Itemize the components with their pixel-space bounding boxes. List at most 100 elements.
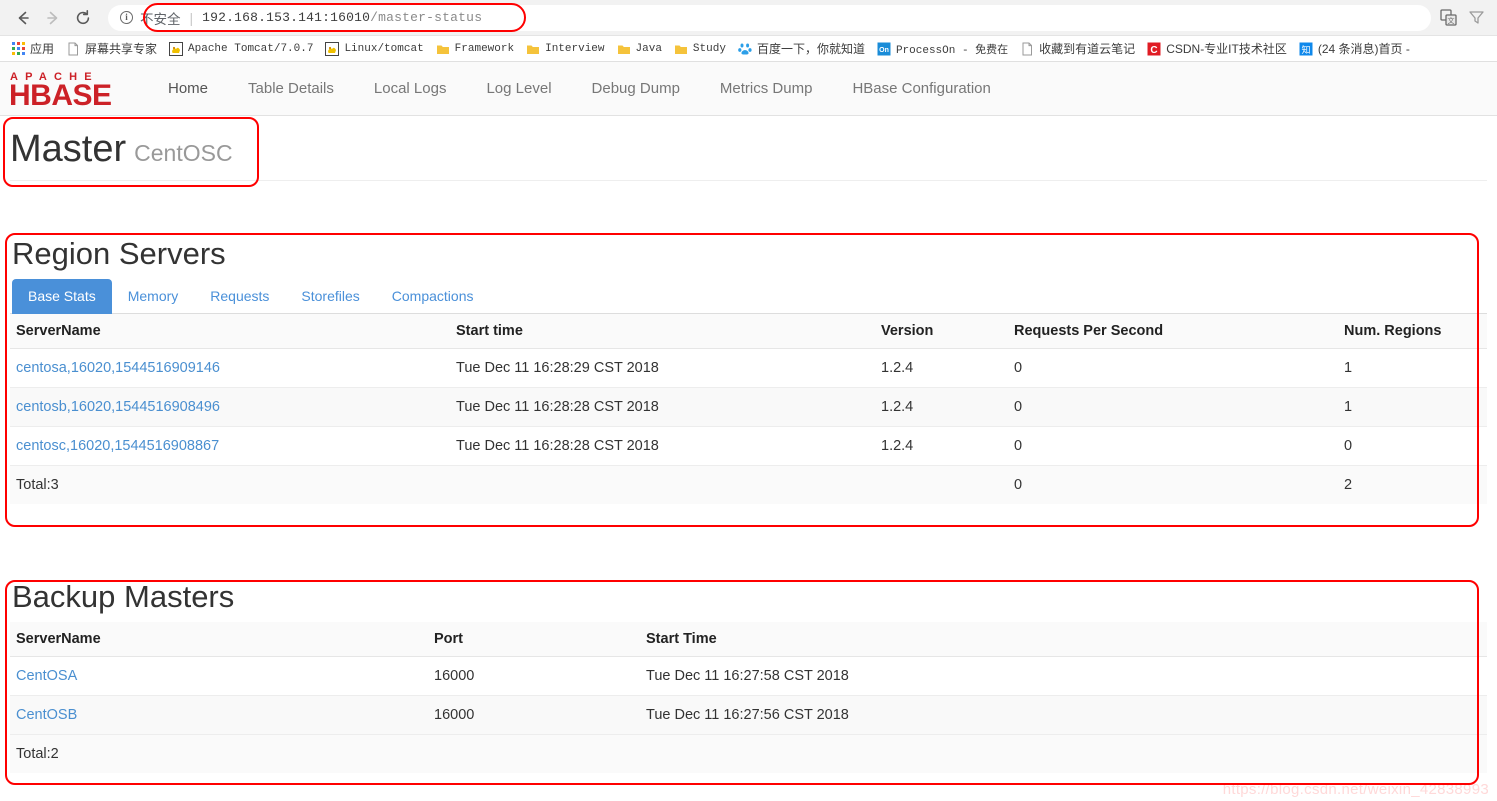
col-num-regions[interactable]: Num. Regions — [1338, 314, 1487, 350]
cell-total-port — [428, 734, 640, 774]
col-start-time[interactable]: Start Time — [640, 622, 1487, 658]
cell-version: 1.2.4 — [875, 426, 1008, 467]
cell-server-name: centosb,16020,1544516908496 — [10, 387, 450, 428]
folder-icon — [527, 45, 540, 54]
bookmark-apps[interactable]: 应用 — [6, 39, 60, 59]
bookmark-interview[interactable]: Interview — [520, 39, 610, 59]
tab-compactions[interactable]: Compactions — [376, 279, 490, 314]
folder-icon — [436, 45, 449, 54]
table-row: CentOSB 16000 Tue Dec 11 16:27:56 CST 20… — [10, 695, 1487, 736]
bookmark-screen-share-expert[interactable]: 屏幕共享专家 — [60, 39, 163, 59]
bookmark-label: ProcessOn - 免费在 — [895, 44, 1009, 57]
region-servers-tabs: Base Stats Memory Requests Storefiles Co… — [10, 278, 1487, 315]
svg-text:HBASE: HBASE — [9, 79, 112, 111]
tomcat-icon — [325, 41, 340, 56]
bookmark-study[interactable]: Study — [668, 39, 732, 59]
reload-icon[interactable] — [68, 3, 98, 33]
svg-text:On: On — [879, 47, 889, 54]
backup-master-link[interactable]: CentOSB — [16, 707, 77, 723]
url-path: /master-status — [370, 10, 483, 25]
folder-icon — [674, 45, 687, 54]
backup-master-link[interactable]: CentOSA — [16, 668, 77, 684]
svg-text:知: 知 — [1301, 44, 1310, 55]
nav-link-metrics-dump[interactable]: Metrics Dump — [700, 62, 833, 116]
bookmark-java[interactable]: Java — [611, 39, 668, 59]
cell-num-regions: 1 — [1338, 348, 1487, 389]
info-circle-icon[interactable]: i — [120, 11, 133, 24]
tab-base-stats[interactable]: Base Stats — [12, 278, 112, 315]
cell-requests-per-second: 0 — [1008, 348, 1338, 389]
bookmark-baidu[interactable]: 百度一下，你就知道 — [732, 39, 871, 59]
cell-total-label: Total:3 — [10, 465, 450, 505]
address-bar[interactable]: i 不安全 | 192.168.153.141:16010/master-sta… — [108, 4, 1431, 32]
security-label: 不安全 — [140, 11, 181, 27]
translate-icon[interactable]: 文 — [1437, 7, 1459, 29]
page-container: Master CentOSC Region Servers Base Stats … — [0, 116, 1497, 774]
backup-masters-heading: Backup Masters — [12, 579, 235, 615]
cell-num-regions: 0 — [1338, 426, 1487, 467]
cell-server-name: centosa,16020,1544516909146 — [10, 348, 450, 389]
bookmark-label: 应用 — [30, 42, 55, 56]
col-version[interactable]: Version — [875, 314, 1008, 350]
col-port[interactable]: Port — [428, 622, 640, 658]
omnibox-divider: | — [189, 9, 194, 26]
nav-link-hbase-configuration[interactable]: HBase Configuration — [832, 62, 1010, 116]
extension-icon[interactable] — [1465, 7, 1487, 29]
col-start-time[interactable]: Start time — [450, 314, 875, 350]
tab-memory[interactable]: Memory — [112, 279, 195, 314]
bookmark-label: Interview — [545, 42, 605, 55]
forward-arrow-icon[interactable] — [38, 3, 68, 33]
nav-link-table-details[interactable]: Table Details — [228, 62, 354, 116]
bookmark-label: Study — [692, 42, 726, 55]
bookmark-label: CSDN-专业IT技术社区 — [1166, 42, 1287, 56]
bookmark-label: 收藏到有道云笔记 — [1039, 42, 1136, 56]
apache-hbase-logo[interactable]: APACHE HBASE — [8, 67, 148, 111]
svg-text:C: C — [1151, 45, 1158, 56]
cell-version: 1.2.4 — [875, 348, 1008, 389]
bookmark-linux-tomcat[interactable]: Linux/tomcat — [319, 39, 429, 59]
processon-icon: On — [877, 42, 891, 55]
bookmark-label: Java — [635, 42, 662, 55]
nav-link-local-logs[interactable]: Local Logs — [354, 62, 467, 116]
master-title: Master — [10, 128, 127, 170]
region-server-link[interactable]: centosc,16020,1544516908867 — [16, 438, 219, 454]
col-server-name[interactable]: ServerName — [10, 314, 450, 350]
master-header: Master CentOSC — [10, 116, 1487, 181]
cell-start-time: Tue Dec 11 16:28:28 CST 2018 — [450, 387, 875, 428]
svg-text:文: 文 — [1447, 16, 1454, 25]
bookmark-label: 百度一下，你就知道 — [756, 42, 865, 56]
backup-masters-table-body: CentOSA 16000 Tue Dec 11 16:27:58 CST 20… — [10, 656, 1487, 774]
cell-requests-per-second: 0 — [1008, 426, 1338, 467]
region-servers-table-head: ServerName Start time Version Requests P… — [10, 314, 1487, 350]
back-arrow-icon[interactable] — [8, 3, 38, 33]
apps-grid-icon — [12, 42, 25, 55]
bookmark-csdn[interactable]: C CSDN-专业IT技术社区 — [1141, 39, 1293, 59]
omnibox[interactable]: i 不安全 | 192.168.153.141:16010/master-sta… — [108, 4, 1431, 31]
region-server-link[interactable]: centosa,16020,1544516909146 — [16, 360, 220, 376]
bookmark-label: Linux/tomcat — [344, 42, 424, 55]
cell-start-time: Tue Dec 11 16:28:28 CST 2018 — [450, 426, 875, 467]
col-server-name[interactable]: ServerName — [10, 622, 428, 658]
bookmark-youdao-note[interactable]: 收藏到有道云笔记 — [1014, 39, 1141, 59]
region-server-link[interactable]: centosb,16020,1544516908496 — [16, 399, 220, 415]
tab-requests[interactable]: Requests — [194, 279, 285, 314]
folder-icon — [617, 45, 630, 54]
page-title: Master CentOSC — [10, 128, 1487, 170]
cell-version: 1.2.4 — [875, 387, 1008, 428]
col-requests-per-second[interactable]: Requests Per Second — [1008, 314, 1338, 350]
nav-link-home[interactable]: Home — [148, 62, 228, 116]
backup-masters-table-head: ServerName Port Start Time — [10, 622, 1487, 658]
bookmarks-bar: 应用 屏幕共享专家 Apache Tomcat/7.0.7 Linux/tomc… — [0, 36, 1497, 62]
cell-port: 16000 — [428, 656, 640, 697]
nav-link-log-level[interactable]: Log Level — [466, 62, 571, 116]
bookmark-processon[interactable]: On ProcessOn - 免费在 — [871, 39, 1014, 59]
tab-storefiles[interactable]: Storefiles — [285, 279, 375, 314]
bookmark-framework[interactable]: Framework — [430, 39, 520, 59]
nav-link-debug-dump[interactable]: Debug Dump — [572, 62, 700, 116]
cell-total-num-regions: 2 — [1338, 465, 1487, 505]
url-host: 192.168.153.141:16010 — [202, 10, 371, 25]
bookmark-zhihu[interactable]: 知 (24 条消息)首页 - — [1293, 39, 1416, 59]
cell-start-time: Tue Dec 11 16:27:56 CST 2018 — [640, 695, 1487, 736]
baidu-icon — [738, 43, 752, 54]
bookmark-apache-tomcat[interactable]: Apache Tomcat/7.0.7 — [163, 39, 319, 59]
